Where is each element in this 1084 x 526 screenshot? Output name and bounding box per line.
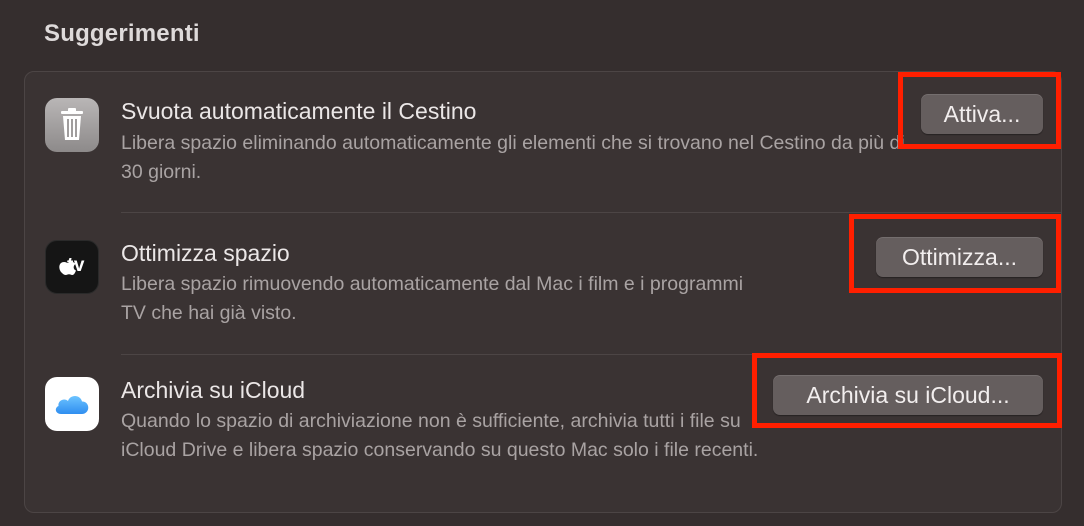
suggestion-row-optimize-storage: tv Ottimizza spazio Libera spazio rimuov… <box>25 213 1061 355</box>
suggestion-title: Archivia su iCloud <box>121 377 306 403</box>
activate-button[interactable]: Attiva... <box>921 94 1043 134</box>
store-in-icloud-button[interactable]: Archivia su iCloud... <box>773 375 1043 415</box>
suggestion-description: Quando lo spazio di archiviazione non è … <box>121 410 759 461</box>
suggestion-title: Svuota automaticamente il Cestino <box>121 98 477 124</box>
section-title: Suggerimenti <box>44 20 200 47</box>
apple-tv-icon: tv <box>45 240 99 294</box>
suggestion-row-empty-trash: Svuota automaticamente il Cestino Libera… <box>25 72 1061 213</box>
trash-icon <box>45 98 99 152</box>
suggestion-description: Libera spazio rimuovendo automaticamente… <box>121 273 744 324</box>
apple-tv-label: tv <box>67 255 85 276</box>
optimize-button[interactable]: Ottimizza... <box>876 237 1043 277</box>
suggestion-row-store-in-icloud: Archivia su iCloud Quando lo spazio di a… <box>25 355 1061 513</box>
icloud-icon <box>45 377 99 431</box>
suggestion-description: Libera spazio eliminando automaticamente… <box>121 132 905 183</box>
suggestion-title: Ottimizza spazio <box>121 240 290 266</box>
suggestions-panel: Svuota automaticamente il Cestino Libera… <box>24 71 1062 513</box>
